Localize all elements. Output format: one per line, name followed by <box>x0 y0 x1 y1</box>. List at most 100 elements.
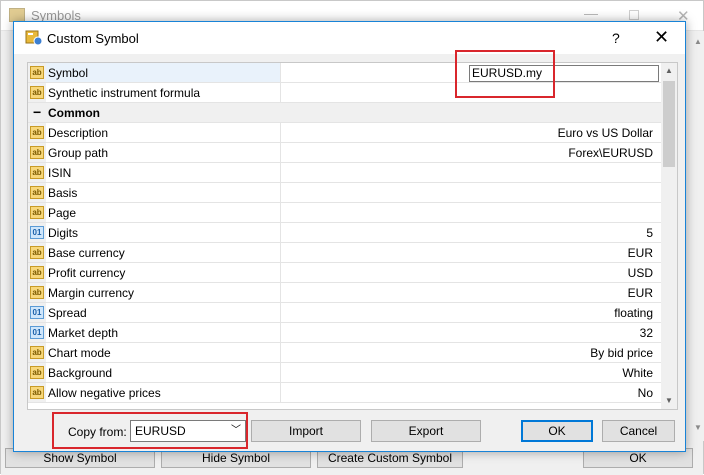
property-row[interactable]: ab Description Euro vs US Dollar <box>28 123 661 143</box>
grid-scrollbar[interactable]: ▲ ▼ <box>661 63 677 409</box>
close-icon[interactable]: ✕ <box>654 27 669 48</box>
collapse-icon[interactable]: − <box>33 104 41 120</box>
group-row[interactable]: − Common <box>28 103 661 123</box>
column-divider <box>280 83 281 102</box>
property-value: 32 <box>639 326 653 340</box>
scroll-up-icon[interactable]: ▲ <box>694 37 702 46</box>
property-value: Euro vs US Dollar <box>557 126 653 140</box>
property-row[interactable]: ab Background White <box>28 363 661 383</box>
column-divider <box>280 123 281 142</box>
cancel-button[interactable]: Cancel <box>602 420 675 442</box>
help-icon[interactable]: ? <box>612 30 620 46</box>
property-row[interactable]: ab ISIN <box>28 163 661 183</box>
property-row[interactable]: ab Chart mode By bid price <box>28 343 661 363</box>
symbols-scrollbar[interactable]: ▲ ▼ <box>691 31 704 441</box>
custom-symbol-dialog: Custom Symbol ? ✕ ab Symbol EURUSD.my ab Syn… <box>13 21 686 452</box>
property-name: Description <box>48 126 109 140</box>
property-name: Symbol <box>48 66 89 80</box>
property-name: Spread <box>48 306 87 320</box>
text-field-icon: ab <box>30 66 44 79</box>
import-button[interactable]: Import <box>251 420 361 442</box>
property-value: 5 <box>646 226 653 240</box>
property-row[interactable]: ab Margin currency EUR <box>28 283 661 303</box>
column-divider <box>280 303 281 322</box>
property-value: Forex\EURUSD <box>568 146 653 160</box>
property-value: EUR <box>627 246 653 260</box>
property-value: White <box>622 366 653 380</box>
property-row[interactable]: 01 Spread floating <box>28 303 661 323</box>
column-divider <box>280 203 281 222</box>
property-value: USD <box>627 266 653 280</box>
column-divider <box>280 323 281 342</box>
property-row[interactable]: ab Allow negative prices No <box>28 383 661 403</box>
text-field-icon: ab <box>30 346 44 359</box>
property-value: floating <box>614 306 653 320</box>
property-name: Group path <box>48 146 109 160</box>
property-row[interactable]: ab Profit currency USD <box>28 263 661 283</box>
custom-symbol-icon <box>25 30 43 46</box>
text-field-icon: ab <box>30 86 44 99</box>
ok-button[interactable]: OK <box>521 420 593 442</box>
property-name: Chart mode <box>48 346 111 360</box>
numeric-field-icon: 01 <box>30 306 44 319</box>
export-button[interactable]: Export <box>371 420 481 442</box>
dialog-title: Custom Symbol <box>47 31 139 46</box>
property-name: Background <box>48 366 113 380</box>
property-name: Allow negative prices <box>48 386 161 400</box>
column-divider <box>280 223 281 242</box>
property-grid: ab Symbol EURUSD.my ab Synthetic instrument … <box>27 62 678 410</box>
scroll-down-icon[interactable]: ▼ <box>694 423 702 432</box>
text-field-icon: ab <box>30 146 44 159</box>
numeric-field-icon: 01 <box>30 326 44 339</box>
property-name: Base currency <box>48 246 125 260</box>
property-row[interactable]: 01 Digits 5 <box>28 223 661 243</box>
symbols-app-icon <box>9 8 25 22</box>
column-divider <box>280 243 281 262</box>
group-label: Common <box>48 106 100 120</box>
numeric-field-icon: 01 <box>30 226 44 239</box>
text-field-icon: ab <box>30 126 44 139</box>
copy-from-highlight <box>52 412 248 449</box>
property-row[interactable]: ab Basis <box>28 183 661 203</box>
maximize-icon[interactable] <box>629 10 639 20</box>
symbols-left-panel <box>1 31 13 441</box>
scroll-thumb[interactable] <box>663 81 675 167</box>
text-field-icon: ab <box>30 266 44 279</box>
property-value: By bid price <box>590 346 653 360</box>
property-name: Profit currency <box>48 266 126 280</box>
column-divider <box>280 343 281 362</box>
text-field-icon: ab <box>30 246 44 259</box>
column-divider <box>280 363 281 382</box>
column-divider <box>280 183 281 202</box>
property-row[interactable]: ab Page <box>28 203 661 223</box>
column-divider <box>280 163 281 182</box>
property-row[interactable]: ab Symbol EURUSD.my <box>28 63 661 83</box>
dialog-titlebar: Custom Symbol ? ✕ <box>14 22 685 54</box>
property-value: EUR <box>627 286 653 300</box>
property-row[interactable]: 01 Market depth 32 <box>28 323 661 343</box>
property-row[interactable]: ab Group path Forex\EURUSD <box>28 143 661 163</box>
minimize-icon[interactable]: — <box>584 5 598 21</box>
text-field-icon: ab <box>30 206 44 219</box>
text-field-icon: ab <box>30 186 44 199</box>
scroll-down-icon[interactable]: ▼ <box>661 393 677 409</box>
property-name: Margin currency <box>48 286 135 300</box>
text-field-icon: ab <box>30 386 44 399</box>
property-name: Market depth <box>48 326 119 340</box>
text-field-icon: ab <box>30 166 44 179</box>
column-divider <box>280 263 281 282</box>
text-field-icon: ab <box>30 286 44 299</box>
property-value: No <box>637 386 653 400</box>
column-divider <box>280 383 281 402</box>
property-name: Synthetic instrument formula <box>48 86 201 100</box>
property-name: Basis <box>48 186 78 200</box>
scroll-up-icon[interactable]: ▲ <box>661 63 677 79</box>
symbol-highlight <box>455 50 555 98</box>
property-row[interactable]: ab Base currency EUR <box>28 243 661 263</box>
property-row[interactable]: ab Synthetic instrument formula <box>28 83 661 103</box>
property-name: Digits <box>48 226 79 240</box>
column-divider <box>280 143 281 162</box>
property-name: ISIN <box>48 166 72 180</box>
property-name: Page <box>48 206 77 220</box>
column-divider <box>280 283 281 302</box>
